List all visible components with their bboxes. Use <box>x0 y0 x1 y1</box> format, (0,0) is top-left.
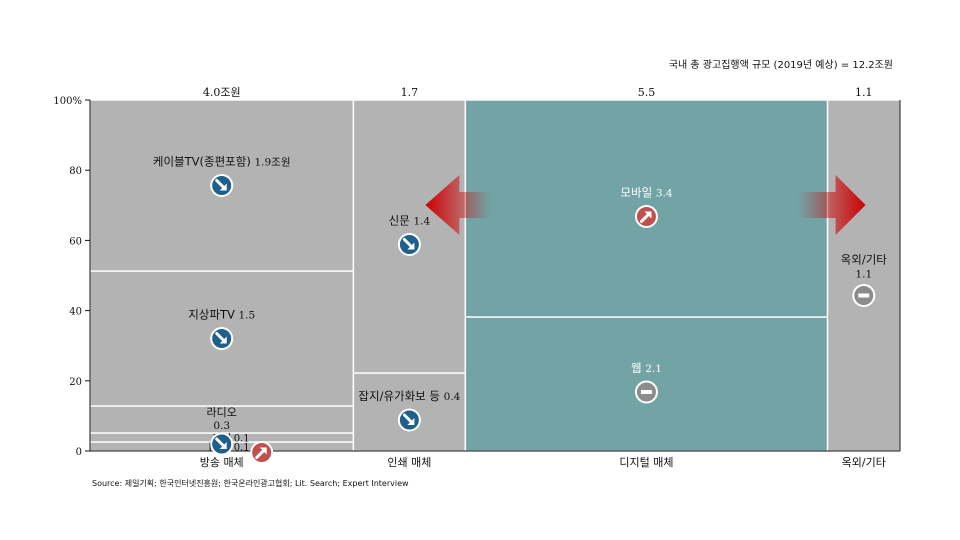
y-tick-label: 100% <box>53 96 82 107</box>
segment-label-2-1: 모바일 3.4 <box>620 185 672 199</box>
column-category-label: 방송 매체 <box>200 456 244 469</box>
y-tick-label: 20 <box>69 377 82 388</box>
column-category-label: 디지털 매체 <box>619 456 673 469</box>
source-note: Source: 제일기획; 한국인터넷진흥원; 한국온라인광고협회; Lit. … <box>92 479 409 488</box>
trend-icon-1-0 <box>397 408 421 432</box>
segment-value-3-0: 1.1 <box>855 269 872 281</box>
trend-icon-0-0 <box>250 441 274 464</box>
trend-icon-0-3 <box>210 327 234 350</box>
segment-label-0-3: 지상파TV 1.5 <box>188 308 255 322</box>
column-total-label: 4.0조원 <box>203 86 241 99</box>
trend-icon-1-1 <box>397 233 421 256</box>
segment-label-1-1: 신문 1.4 <box>389 214 431 228</box>
y-tick-label: 40 <box>69 307 82 318</box>
y-tick-label: 0 <box>76 447 82 458</box>
segment-label-1-0: 잡지/유가화보 등 0.4 <box>358 389 460 403</box>
y-tick-label: 80 <box>69 166 82 177</box>
column-total-label: 1.1 <box>855 86 873 99</box>
trend-icon-2-0 <box>634 380 658 404</box>
segment-value-0-1: 0.1 <box>234 434 250 445</box>
trend-icon-2-1 <box>634 204 658 228</box>
column-total-label: 5.5 <box>638 86 656 99</box>
y-tick-label: 60 <box>69 236 82 247</box>
chart-container: 국내 총 광고집행액 규모 (2019년 예상) = 12.2조원 4.0조원 방… <box>0 0 960 540</box>
trend-icon-0-4 <box>210 174 234 197</box>
trend-icon-0-2 <box>210 432 234 456</box>
column-total-label: 1.7 <box>401 86 419 99</box>
segment-label-0-4: 케이블TV(종편포함) 1.9조원 <box>153 155 291 169</box>
segment-label-3-0: 옥외/기타 <box>841 253 888 267</box>
trend-icon-3-0 <box>852 284 876 307</box>
column-category-label: 인쇄 매체 <box>387 456 431 469</box>
segment-label-0-2: 라디오 <box>207 406 237 419</box>
column-category-label: 옥외/기타 <box>842 456 886 469</box>
mekko-chart: 4.0조원방송 매체 1.7 인쇄 매체 5.5 디지털 매체 1.1 옥외/기타 0 20 40… <box>53 86 901 469</box>
segment-value-0-2: 0.3 <box>213 420 230 432</box>
segment-label-2-0: 웹 2.1 <box>631 361 662 375</box>
